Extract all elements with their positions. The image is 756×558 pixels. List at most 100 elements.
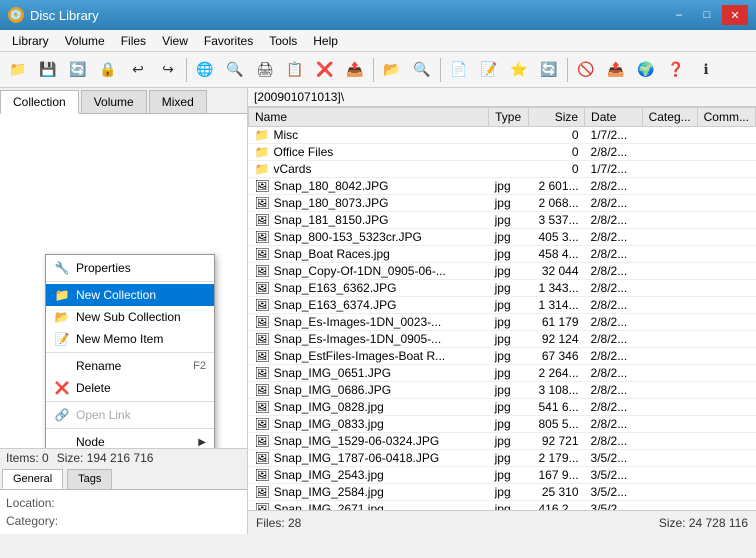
col-header-categ[interactable]: Categ... xyxy=(642,108,697,127)
tool-browse[interactable]: 🌐 xyxy=(191,56,219,84)
file-date: 2/8/2... xyxy=(585,195,643,212)
table-row[interactable]: 🖼Snap_E163_6374.JPG jpg 1 314... 2/8/2..… xyxy=(249,297,756,314)
menu-view[interactable]: View xyxy=(154,32,196,50)
menu-tools[interactable]: Tools xyxy=(261,32,305,50)
tool-delete[interactable]: ❌ xyxy=(311,56,339,84)
menu-bar: Library Volume Files View Favorites Tool… xyxy=(0,30,756,52)
tool-save[interactable]: 💾 xyxy=(34,56,62,84)
table-row[interactable]: 🖼Snap_181_8150.JPG jpg 3 537... 2/8/2... xyxy=(249,212,756,229)
table-row[interactable]: 🖼Snap_180_8042.JPG jpg 2 601... 2/8/2... xyxy=(249,178,756,195)
file-name: 📁Office Files xyxy=(249,144,489,161)
file-list[interactable]: Name Type Size Date Categ... Comm... 📁Mi… xyxy=(248,107,756,510)
file-comm xyxy=(697,127,755,144)
col-header-comm[interactable]: Comm... xyxy=(697,108,755,127)
tool-help[interactable]: ❓ xyxy=(662,56,690,84)
file-categ xyxy=(642,229,697,246)
tool-sync[interactable]: 🔄 xyxy=(535,56,563,84)
file-name: 🖼Snap_Copy-Of-1DN_0905-06-... xyxy=(249,263,489,280)
left-status-row: Items: 0 Size: 194 216 716 xyxy=(0,449,247,467)
table-row[interactable]: 🖼Snap_Boat Races.jpg jpg 458 4... 2/8/2.… xyxy=(249,246,756,263)
tool-find[interactable]: 🔍 xyxy=(408,56,436,84)
table-row[interactable]: 🖼Snap_IMG_0686.JPG jpg 3 108... 2/8/2... xyxy=(249,382,756,399)
file-date: 2/8/2... xyxy=(585,382,643,399)
table-row[interactable]: 🖼Snap_IMG_2671.jpg jpg 416 2... 3/5/2... xyxy=(249,501,756,511)
tool-globe[interactable]: 🌍 xyxy=(632,56,660,84)
col-header-type[interactable]: Type xyxy=(489,108,529,127)
table-row[interactable]: 🖼Snap_Es-Images-1DN_0905-... jpg 92 124 … xyxy=(249,331,756,348)
ctx-new-collection[interactable]: 📁 New Collection xyxy=(46,284,214,306)
table-row[interactable]: 🖼Snap_IMG_0651.JPG jpg 2 264... 2/8/2... xyxy=(249,365,756,382)
tool-props[interactable]: 📋 xyxy=(281,56,309,84)
tool-print[interactable]: 🖨 xyxy=(251,56,279,84)
tab-collection[interactable]: Collection xyxy=(0,90,79,114)
ctx-new-memo-item[interactable]: 📝 New Memo Item xyxy=(46,328,214,350)
tool-block[interactable]: 🚫 xyxy=(572,56,600,84)
file-categ xyxy=(642,484,697,501)
items-count: Items: 0 xyxy=(6,451,49,465)
table-row[interactable]: 🖼Snap_180_8073.JPG jpg 2 068... 2/8/2... xyxy=(249,195,756,212)
table-row[interactable]: 🖼Snap_IMG_0833.jpg jpg 805 5... 2/8/2... xyxy=(249,416,756,433)
table-row[interactable]: 🖼Snap_IMG_2543.jpg jpg 167 9... 3/5/2... xyxy=(249,467,756,484)
file-name: 🖼Snap_180_8042.JPG xyxy=(249,178,489,195)
tool-search[interactable]: 🔍 xyxy=(221,56,249,84)
menu-files[interactable]: Files xyxy=(113,32,154,50)
maximize-button[interactable]: □ xyxy=(694,5,720,25)
table-row[interactable]: 🖼Snap_IMG_1787-06-0418.JPG jpg 2 179... … xyxy=(249,450,756,467)
tab-mixed[interactable]: Mixed xyxy=(149,90,207,113)
table-row[interactable]: 🖼Snap_IMG_1529-06-0324.JPG jpg 92 721 2/… xyxy=(249,433,756,450)
file-type: jpg xyxy=(489,450,529,467)
table-row[interactable]: 🖼Snap_800-153_5323cr.JPG jpg 405 3... 2/… xyxy=(249,229,756,246)
menu-favorites[interactable]: Favorites xyxy=(196,32,261,50)
tool-redo[interactable]: ↪ xyxy=(154,56,182,84)
file-size: 61 179 xyxy=(529,314,585,331)
tool-open[interactable]: 📂 xyxy=(378,56,406,84)
table-row[interactable]: 🖼Snap_EstFiles-Images-Boat R... jpg 67 3… xyxy=(249,348,756,365)
table-row[interactable]: 📁Misc 0 1/7/2... xyxy=(249,127,756,144)
tool-lock[interactable]: 🔒 xyxy=(94,56,122,84)
close-button[interactable]: ✕ xyxy=(722,5,748,25)
tool-export2[interactable]: 📤 xyxy=(602,56,630,84)
file-name: 🖼Snap_Boat Races.jpg xyxy=(249,246,489,263)
table-row[interactable]: 🖼Snap_E163_6362.JPG jpg 1 343... 2/8/2..… xyxy=(249,280,756,297)
tool-fav[interactable]: ⭐ xyxy=(505,56,533,84)
table-row[interactable]: 🖼Snap_Copy-Of-1DN_0905-06-... jpg 32 044… xyxy=(249,263,756,280)
tool-undo[interactable]: ↩ xyxy=(124,56,152,84)
tool-doc[interactable]: 📄 xyxy=(445,56,473,84)
file-name: 🖼Snap_E163_6362.JPG xyxy=(249,280,489,297)
file-icon: 🖼 xyxy=(255,264,270,278)
tree-area[interactable]: 🔧 Properties 📁 New Collection 📂 New Sub … xyxy=(0,114,247,448)
ctx-delete[interactable]: ❌ Delete xyxy=(46,377,214,399)
file-categ xyxy=(642,331,697,348)
menu-help[interactable]: Help xyxy=(305,32,346,50)
new-sub-collection-icon: 📂 xyxy=(54,309,70,325)
table-row[interactable]: 🖼Snap_IMG_0828.jpg jpg 541 6... 2/8/2... xyxy=(249,399,756,416)
table-row[interactable]: 🖼Snap_IMG_2584.jpg jpg 25 310 3/5/2... xyxy=(249,484,756,501)
menu-volume[interactable]: Volume xyxy=(57,32,113,50)
tool-export[interactable]: 📤 xyxy=(341,56,369,84)
tool-new[interactable]: 📁 xyxy=(4,56,32,84)
col-header-date[interactable]: Date xyxy=(585,108,643,127)
info-tab-tags[interactable]: Tags xyxy=(67,469,112,489)
tab-volume[interactable]: Volume xyxy=(81,90,147,113)
table-row[interactable]: 📁Office Files 0 2/8/2... xyxy=(249,144,756,161)
tool-edit[interactable]: 📝 xyxy=(475,56,503,84)
total-size-status: Size: 24 728 116 xyxy=(502,516,748,530)
file-size: 2 179... xyxy=(529,450,585,467)
menu-library[interactable]: Library xyxy=(4,32,57,50)
file-date: 3/5/2... xyxy=(585,484,643,501)
info-tab-general[interactable]: General xyxy=(2,469,63,489)
ctx-node[interactable]: Node ▶ xyxy=(46,431,214,448)
col-header-size[interactable]: Size xyxy=(529,108,585,127)
minimize-button[interactable]: – xyxy=(666,5,692,25)
ctx-rename[interactable]: Rename F2 xyxy=(46,355,214,377)
col-header-name[interactable]: Name xyxy=(249,108,489,127)
ctx-new-sub-collection[interactable]: 📂 New Sub Collection xyxy=(46,306,214,328)
toolbar-separator-4 xyxy=(567,58,568,82)
tool-refresh[interactable]: 🔄 xyxy=(64,56,92,84)
ctx-properties[interactable]: 🔧 Properties xyxy=(46,257,214,279)
table-row[interactable]: 📁vCards 0 1/7/2... xyxy=(249,161,756,178)
ctx-delete-label: Delete xyxy=(76,381,111,395)
table-row[interactable]: 🖼Snap_Es-Images-1DN_0023-... jpg 61 179 … xyxy=(249,314,756,331)
file-categ xyxy=(642,127,697,144)
tool-info[interactable]: ℹ xyxy=(692,56,720,84)
